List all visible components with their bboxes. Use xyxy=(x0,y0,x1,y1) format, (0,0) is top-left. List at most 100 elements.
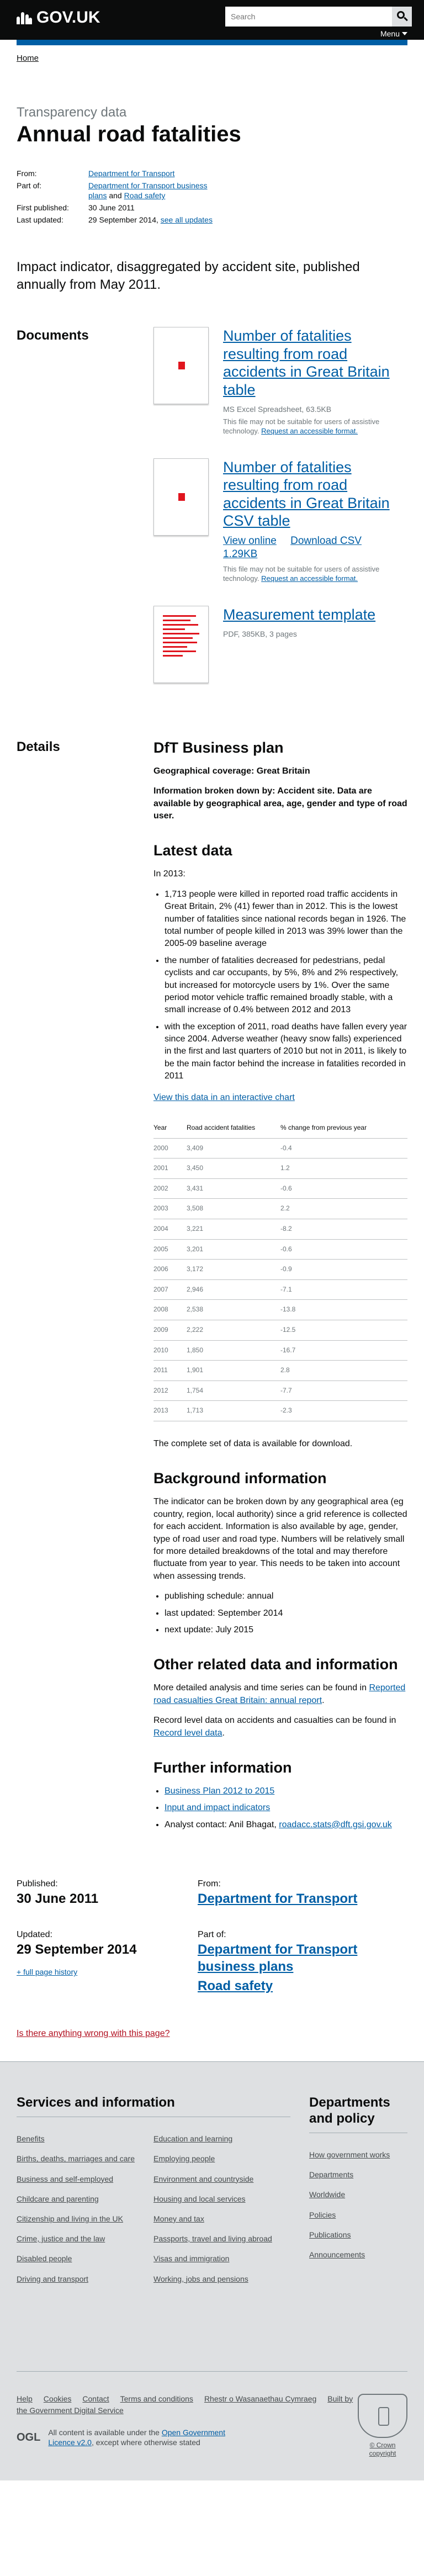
footer-service-link[interactable]: Citizenship and living in the UK xyxy=(17,2214,142,2224)
see-all-updates-link[interactable]: see all updates xyxy=(161,215,213,224)
csv-thumbnail-icon[interactable] xyxy=(153,458,209,536)
footer-business-plans-link[interactable]: Department for Transport business plans xyxy=(198,1941,379,1975)
interactive-chart-link[interactable]: View this data in an interactive chart xyxy=(153,1093,295,1102)
table-cell-year: 2013 xyxy=(153,1400,187,1421)
footer-department-link[interactable]: Departments xyxy=(309,2170,407,2180)
footer-service-link[interactable]: Money and tax xyxy=(153,2214,279,2224)
table-cell-year: 2006 xyxy=(153,1259,187,1280)
table-header-change: % change from previous year xyxy=(280,1118,407,1139)
table-cell-year: 2007 xyxy=(153,1279,187,1300)
footer-from-link[interactable]: Department for Transport xyxy=(198,1890,379,1907)
table-row: 2013 1,713 -2.3 xyxy=(153,1400,407,1421)
footer-service-link[interactable]: Visas and immigration xyxy=(153,2254,279,2263)
menu-toggle[interactable]: Menu xyxy=(380,29,407,39)
report-problem: Is there anything wrong with this page? xyxy=(17,2028,407,2040)
indicators-link[interactable]: Input and impact indicators xyxy=(165,1803,270,1812)
footer-meta-link[interactable]: Rhestr o Wasanaethau Cymraeg xyxy=(204,2394,316,2403)
record-level-data-link[interactable]: Record level data xyxy=(153,1728,222,1738)
table-row: 2006 3,172 -0.9 xyxy=(153,1259,407,1280)
departments-nav: Departments and policy How government wo… xyxy=(309,2095,407,2293)
footer-road-safety-link[interactable]: Road safety xyxy=(198,1977,379,1995)
table-row: 2009 2,222 -12.5 xyxy=(153,1320,407,1341)
table-row: 2002 3,431 -0.6 xyxy=(153,1178,407,1199)
business-plan-heading: DfT Business plan xyxy=(153,739,284,756)
table-cell-year: 2004 xyxy=(153,1219,187,1240)
footer-department-link[interactable]: How government works xyxy=(309,2150,407,2160)
table-row: 2005 3,201 -0.6 xyxy=(153,1239,407,1260)
footer-department-link[interactable]: Announcements xyxy=(309,2250,407,2260)
footer-service-link[interactable]: Births, deaths, marriages and care xyxy=(17,2154,142,2164)
view-online-link[interactable]: View online xyxy=(223,535,277,547)
geographical-coverage: Geographical coverage: Great Britain xyxy=(153,766,310,776)
list-item: publishing schedule: annual xyxy=(165,1590,407,1602)
footer-service-link[interactable]: Housing and local services xyxy=(153,2194,279,2204)
search-input[interactable] xyxy=(225,7,392,27)
list-item: Analyst contact: Anil Bhagat, roadacc.st… xyxy=(165,1819,407,1831)
footer-meta-link[interactable]: Cookies xyxy=(44,2394,72,2403)
site-header: GOV.UK Menu xyxy=(0,0,424,40)
document-title-link[interactable]: Measurement template xyxy=(223,606,375,623)
pdf-thumbnail-icon[interactable] xyxy=(153,605,209,683)
published-value: 30 June 2011 xyxy=(17,1891,99,1907)
table-header-fatalities: Road accident fatalities xyxy=(187,1118,280,1139)
footer-service-link[interactable]: Disabled people xyxy=(17,2254,142,2263)
search-button[interactable] xyxy=(392,7,412,27)
footer-service-link[interactable]: Business and self-employed xyxy=(17,2174,142,2184)
site-footer: Services and information Benefits Births,… xyxy=(0,2061,424,2480)
request-accessible-format-link[interactable]: Request an accessible format. xyxy=(261,427,358,435)
footer-service-link[interactable]: Driving and transport xyxy=(17,2274,142,2284)
footer-meta-link[interactable]: Terms and conditions xyxy=(120,2394,193,2403)
document-title-link[interactable]: Number of fatalities resulting from road… xyxy=(223,458,407,530)
table-cell-change: -0.6 xyxy=(280,1239,407,1260)
table-row: 2010 1,850 -16.7 xyxy=(153,1340,407,1361)
table-cell-fatalities: 3,508 xyxy=(187,1198,280,1220)
footer-service-link[interactable]: Crime, justice and the law xyxy=(17,2234,142,2244)
breadcrumb-home[interactable]: Home xyxy=(17,54,39,63)
table-cell-fatalities: 1,713 xyxy=(187,1400,280,1421)
latest-data-list: 1,713 people were killed in reported roa… xyxy=(165,888,407,1083)
menu-label: Menu xyxy=(380,29,400,38)
spreadsheet-thumbnail-icon[interactable] xyxy=(153,327,209,405)
footer-service-link[interactable]: Benefits xyxy=(17,2134,142,2144)
footer-meta-link[interactable]: Help xyxy=(17,2394,33,2403)
list-item: with the exception of 2011, road deaths … xyxy=(165,1021,407,1083)
footer-meta-link[interactable]: Contact xyxy=(82,2394,109,2403)
table-row: 2003 3,508 2.2 xyxy=(153,1198,407,1220)
request-accessible-format-link[interactable]: Request an accessible format. xyxy=(261,574,358,583)
footer-service-link[interactable]: Employing people xyxy=(153,2154,279,2164)
table-cell-change: 2.8 xyxy=(280,1360,407,1381)
table-cell-fatalities: 2,222 xyxy=(187,1320,280,1341)
full-history-link[interactable]: + full page history xyxy=(17,1967,198,1977)
footer-service-link[interactable]: Working, jobs and pensions xyxy=(153,2274,279,2284)
report-problem-link[interactable]: Is there anything wrong with this page? xyxy=(17,2029,170,2038)
crown-icon xyxy=(17,11,32,24)
table-cell-fatalities: 1,901 xyxy=(187,1360,280,1381)
fatalities-table: Year Road accident fatalities % change f… xyxy=(153,1118,407,1421)
table-cell-change: -0.4 xyxy=(280,1138,407,1159)
from-link[interactable]: Department for Transport xyxy=(88,169,174,178)
document-title-link[interactable]: Number of fatalities resulting from road… xyxy=(223,327,407,399)
background-list: publishing schedule: annual last updated… xyxy=(165,1590,407,1636)
copyright-link[interactable]: © Crown copyright xyxy=(369,2441,396,2458)
analyst-email-link[interactable]: roadacc.stats@dft.gsi.gov.uk xyxy=(279,1820,391,1829)
table-cell-year: 2003 xyxy=(153,1198,187,1220)
table-row: 2000 3,409 -0.4 xyxy=(153,1138,407,1159)
footer-service-link[interactable]: Environment and countryside xyxy=(153,2174,279,2184)
table-cell-year: 2008 xyxy=(153,1299,187,1320)
footer-department-link[interactable]: Policies xyxy=(309,2210,407,2220)
table-header-row: Year Road accident fatalities % change f… xyxy=(153,1118,407,1139)
document-meta: PDF, 385KB, 3 pages xyxy=(223,630,297,639)
footer-department-link[interactable]: Publications xyxy=(309,2230,407,2240)
licence: OGL All content is available under the O… xyxy=(17,2428,225,2447)
footer-service-link[interactable]: Passports, travel and living abroad xyxy=(153,2234,279,2244)
part-of-link-road-safety[interactable]: Road safety xyxy=(124,191,166,200)
business-plan-link[interactable]: Business Plan 2012 to 2015 xyxy=(165,1786,274,1796)
table-cell-fatalities: 1,850 xyxy=(187,1340,280,1361)
footer-service-link[interactable]: Childcare and parenting xyxy=(17,2194,142,2204)
footer-service-link[interactable]: Education and learning xyxy=(153,2134,279,2144)
footer-department-link[interactable]: Worldwide xyxy=(309,2189,407,2199)
departments-heading: Departments and policy xyxy=(309,2095,407,2133)
table-cell-change: 2.2 xyxy=(280,1198,407,1220)
govuk-logo[interactable]: GOV.UK xyxy=(17,7,100,28)
complete-set-text: The complete set of data is available fo… xyxy=(153,1438,353,1448)
